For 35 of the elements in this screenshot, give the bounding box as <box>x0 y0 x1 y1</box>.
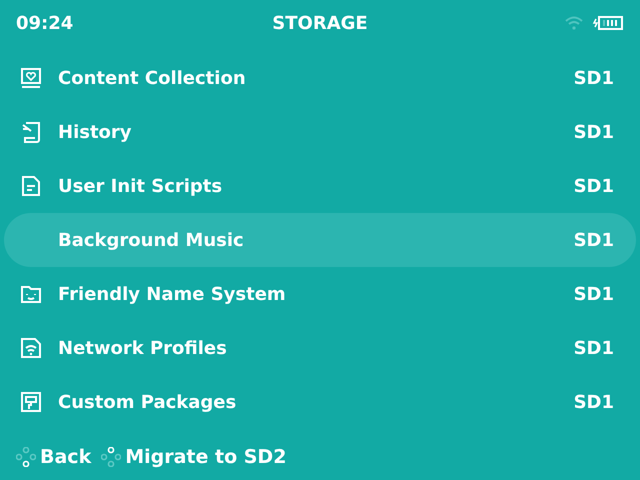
hint-label: Migrate to SD2 <box>125 446 286 468</box>
item-label: User Init Scripts <box>58 176 224 196</box>
menu-item[interactable]: Network Profiles SD1 <box>4 321 636 375</box>
smiley-folder-icon <box>20 283 42 305</box>
item-value: SD1 <box>574 122 614 142</box>
item-value: SD1 <box>574 392 614 412</box>
hint-label: Back <box>40 446 92 468</box>
paint-roller-icon <box>20 391 42 413</box>
battery-icon <box>592 15 624 31</box>
document-icon <box>20 175 42 197</box>
item-value: SD1 <box>574 338 614 358</box>
wifi-card-icon <box>20 337 42 359</box>
menu-item[interactable]: Friendly Name System SD1 <box>4 267 636 321</box>
item-value: SD1 <box>574 284 614 304</box>
gamepad-buttons-icon <box>101 447 122 467</box>
menu-item[interactable]: Content Collection SD1 <box>4 51 636 105</box>
heart-screen-icon <box>20 67 42 89</box>
item-label: Background Music <box>58 230 245 250</box>
item-label: Custom Packages <box>58 392 238 412</box>
menu-item[interactable]: Custom Packages SD1 <box>4 375 636 429</box>
menu-item[interactable]: User Init Scripts SD1 <box>4 159 636 213</box>
menu-item[interactable]: Background Music SD1 <box>4 213 636 267</box>
item-label: Content Collection <box>58 68 247 88</box>
item-value: SD1 <box>574 230 614 250</box>
item-label: History <box>58 122 133 142</box>
wifi-icon <box>564 15 584 31</box>
item-label: Friendly Name System <box>58 284 287 304</box>
scroll-icon <box>20 121 42 143</box>
screen-title: STORAGE <box>272 12 368 34</box>
clock: 09:24 <box>16 12 74 34</box>
menu-item[interactable]: History SD1 <box>4 105 636 159</box>
item-value: SD1 <box>574 68 614 88</box>
gamepad-buttons-icon <box>16 447 36 467</box>
item-value: SD1 <box>574 176 614 196</box>
item-label: Network Profiles <box>58 338 228 358</box>
